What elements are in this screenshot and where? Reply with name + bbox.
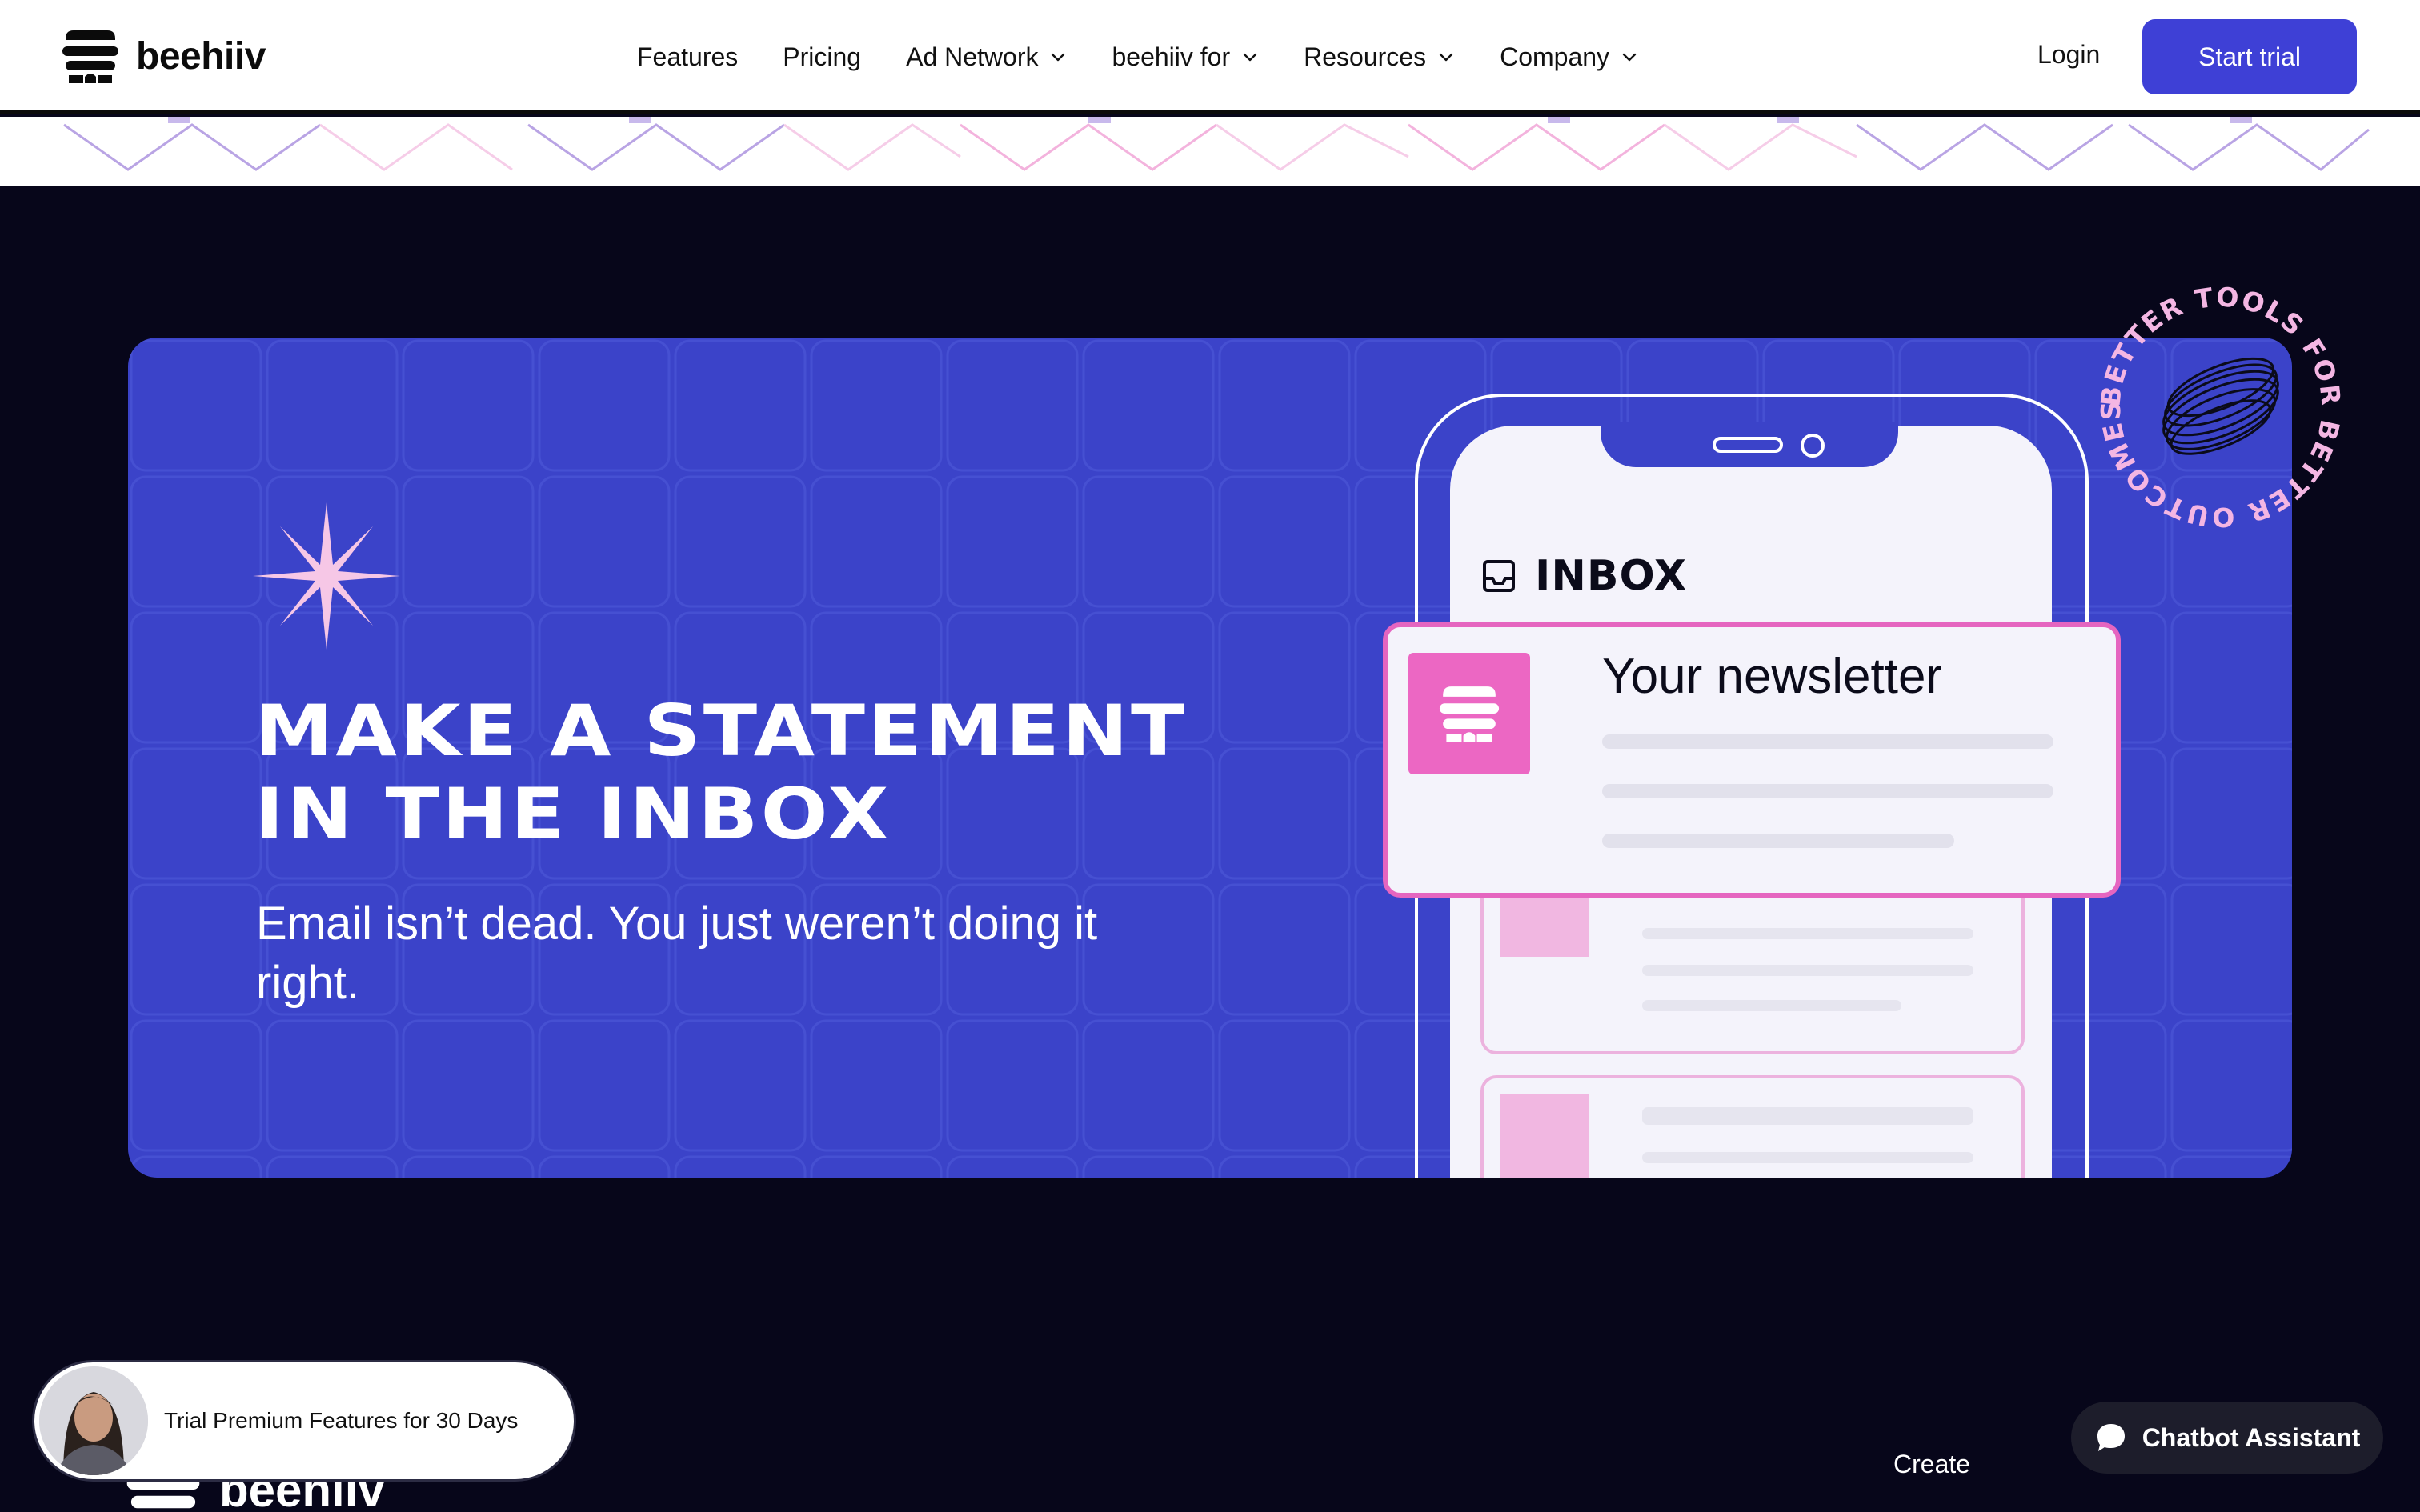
hive-icon	[1439, 686, 1500, 742]
start-trial-button[interactable]: Start trial	[2142, 19, 2357, 94]
spiral-icon	[2162, 357, 2279, 455]
nav-item-label: Pricing	[783, 42, 862, 71]
chevron-down-icon	[1439, 53, 1453, 62]
nav-item-resources[interactable]: Resources	[1304, 42, 1455, 72]
decorative-pattern-strip	[0, 117, 2420, 186]
nav-item-beehiiv-for[interactable]: beehiiv for	[1112, 42, 1259, 72]
nav-item-features[interactable]: Features	[637, 42, 738, 72]
inbox-header: INBOX	[1482, 552, 1687, 600]
trial-promo-widget[interactable]: Trial Premium Features for 30 Days	[32, 1360, 576, 1482]
svg-text:BETTER TOOLS FOR BETTER OUTCOM: BETTER TOOLS FOR BETTER OUTCOMES.	[2090, 277, 2347, 533]
nav-item-label: beehiiv for	[1112, 42, 1231, 71]
nav-item-pricing[interactable]: Pricing	[783, 42, 861, 72]
chevron-down-icon	[1052, 53, 1065, 62]
nav-item-label: Resources	[1304, 42, 1427, 71]
chatbot-button[interactable]: Chatbot Assistant	[2071, 1402, 2383, 1474]
list-thumbnail	[1500, 1094, 1589, 1178]
site-header: beehiiv Features Pricing Ad Network beeh…	[0, 0, 2420, 114]
chat-bubble-icon	[2097, 1424, 2125, 1451]
placeholder-line	[1602, 834, 1954, 848]
footer-link-create[interactable]: Create	[1893, 1450, 1970, 1479]
placeholder-line	[1642, 1152, 1973, 1163]
placeholder-line	[1642, 1107, 1973, 1125]
nav-item-label: Company	[1500, 42, 1610, 71]
phone-speaker	[1713, 437, 1783, 453]
brand-logo[interactable]: beehiiv	[62, 27, 266, 85]
nav-item-label: Ad Network	[906, 42, 1039, 71]
placeholder-line	[1602, 734, 2053, 749]
nav-item-company[interactable]: Company	[1500, 42, 1638, 72]
beehiiv-logo-icon	[62, 30, 118, 83]
newsletter-badge	[1408, 653, 1530, 774]
main-nav: Features Pricing Ad Network beehiiv for …	[637, 30, 1683, 83]
placeholder-line	[1642, 965, 1973, 976]
placeholder-line	[1642, 1000, 1901, 1011]
placeholder-line	[1602, 784, 2053, 798]
inbox-tray-icon	[1483, 560, 1515, 592]
placeholder-line	[1642, 928, 1973, 939]
phone-camera	[1801, 434, 1825, 458]
circular-badge-text: BETTER TOOLS FOR BETTER OUTCOMES.	[2090, 277, 2346, 533]
chevron-down-icon	[1243, 53, 1257, 62]
nav-item-ad-network[interactable]: Ad Network	[906, 42, 1067, 72]
promo-text: Trial Premium Features for 30 Days	[164, 1408, 519, 1433]
zigzag-pattern	[63, 117, 2370, 171]
circular-text-badge: BETTER TOOLS FOR BETTER OUTCOMES.	[2090, 277, 2347, 533]
chatbot-label: Chatbot Assistant	[2142, 1422, 2361, 1452]
login-link[interactable]: Login	[2037, 40, 2100, 70]
avatar-photo	[39, 1366, 148, 1475]
nav-item-label: Features	[637, 42, 739, 71]
chevron-down-icon	[1622, 53, 1637, 62]
newsletter-title: Your newsletter	[1602, 649, 1943, 704]
inbox-label: INBOX	[1535, 552, 1687, 600]
brand-wordmark: beehiiv	[136, 34, 266, 78]
